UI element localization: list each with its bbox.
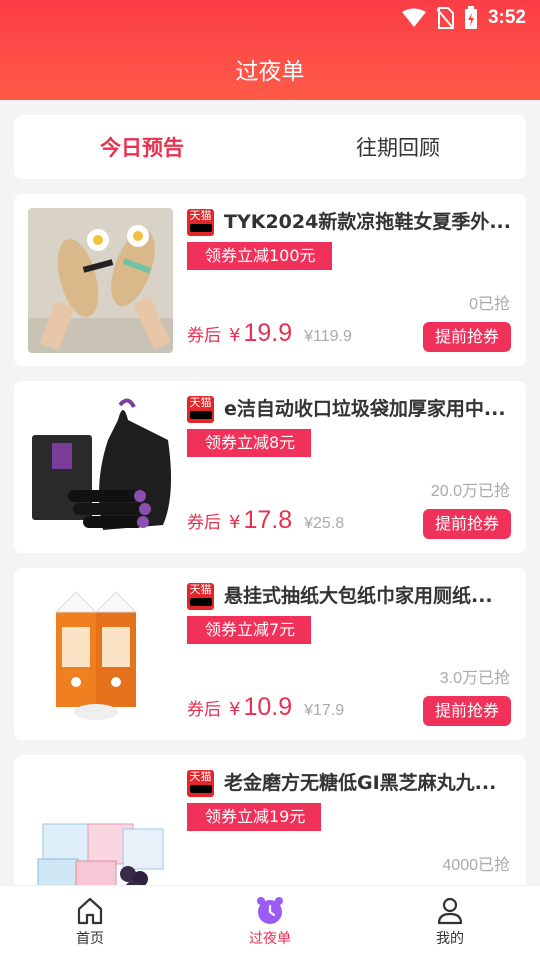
product-image[interactable]: [28, 208, 173, 353]
coupon-price: 19.9: [243, 319, 293, 347]
page-title: 过夜单: [235, 58, 305, 84]
original-price: ¥119.9: [304, 328, 352, 345]
tmall-badge: 天猫: [187, 583, 214, 610]
status-icons: 3:52: [401, 6, 526, 30]
status-bar: 3:52: [0, 0, 540, 36]
tmall-badge: 天猫: [187, 396, 214, 423]
grab-coupon-button[interactable]: 提前抢券: [422, 322, 511, 352]
product-list: 天猫 TYK2024新款凉拖鞋女夏季外... 领券立减100元 0已抢 券后 ¥…: [14, 194, 526, 942]
sold-count: 4000已抢: [442, 857, 510, 874]
coupon-price: 10.9: [243, 693, 293, 721]
nav-label: 我的: [436, 931, 464, 947]
price-row: 券后 ¥ 17.8 ¥25.8: [187, 506, 344, 535]
nav-label: 过夜单: [249, 931, 291, 947]
product-image[interactable]: [28, 582, 173, 727]
product-title[interactable]: TYK2024新款凉拖鞋女夏季外...: [224, 208, 516, 236]
no-sim-icon: [436, 7, 454, 29]
nav-mine[interactable]: 我的: [360, 886, 540, 960]
home-icon: [77, 897, 103, 925]
alarm-clock-icon: [257, 897, 283, 924]
bottom-nav: 首页 过夜单 我的: [0, 885, 540, 960]
original-price: ¥17.9: [304, 702, 345, 719]
sold-count: 0已抢: [469, 296, 510, 313]
coupon-tag: 领券立减19元: [187, 803, 322, 831]
coupon-tag: 领券立减7元: [187, 616, 312, 644]
header: 3:52 过夜单: [0, 0, 540, 100]
after-coupon-label: 券后: [187, 326, 221, 346]
grab-coupon-button[interactable]: 提前抢券: [422, 696, 511, 726]
user-icon: [437, 897, 463, 925]
wifi-icon: [401, 8, 426, 27]
tab-bar: 今日预告 往期回顾: [14, 115, 526, 179]
coupon-tag: 领券立减100元: [187, 242, 332, 270]
nav-overnight[interactable]: 过夜单: [180, 886, 360, 960]
tab-today-preview[interactable]: 今日预告: [14, 115, 270, 179]
price-row: 券后 ¥ 19.9 ¥119.9: [187, 319, 352, 348]
tab-past-review[interactable]: 往期回顾: [270, 115, 526, 179]
currency-symbol: ¥: [229, 325, 241, 346]
product-image[interactable]: [28, 395, 173, 540]
nav-home[interactable]: 首页: [0, 886, 180, 960]
product-title[interactable]: 悬挂式抽纸大包纸巾家用厕纸...: [224, 582, 516, 610]
product-title[interactable]: e洁自动收口垃圾袋加厚家用中...: [224, 395, 516, 423]
currency-symbol: ¥: [229, 699, 241, 720]
coupon-tag: 领券立减8元: [187, 429, 312, 457]
sold-count: 3.0万已抢: [439, 670, 510, 687]
product-card[interactable]: 天猫 TYK2024新款凉拖鞋女夏季外... 领券立减100元 0已抢 券后 ¥…: [14, 194, 526, 366]
after-coupon-label: 券后: [187, 700, 221, 720]
battery-icon: [464, 6, 477, 29]
coupon-price: 17.8: [243, 506, 293, 534]
price-row: 券后 ¥ 10.9 ¥17.9: [187, 693, 344, 722]
tmall-badge: 天猫: [187, 209, 214, 236]
nav-label: 首页: [76, 931, 104, 947]
currency-symbol: ¥: [229, 512, 241, 533]
product-card[interactable]: 天猫 悬挂式抽纸大包纸巾家用厕纸... 领券立减7元 3.0万已抢 券后 ¥ 1…: [14, 568, 526, 740]
status-time: 3:52: [487, 7, 526, 28]
original-price: ¥25.8: [304, 515, 345, 532]
grab-coupon-button[interactable]: 提前抢券: [422, 509, 511, 539]
sold-count: 20.0万已抢: [430, 483, 510, 500]
product-title[interactable]: 老金磨方无糖低GI黑芝麻丸九...: [224, 769, 516, 797]
after-coupon-label: 券后: [187, 513, 221, 533]
product-card[interactable]: 天猫 e洁自动收口垃圾袋加厚家用中... 领券立减8元 20.0万已抢 券后 ¥…: [14, 381, 526, 553]
tmall-badge: 天猫: [187, 770, 214, 797]
